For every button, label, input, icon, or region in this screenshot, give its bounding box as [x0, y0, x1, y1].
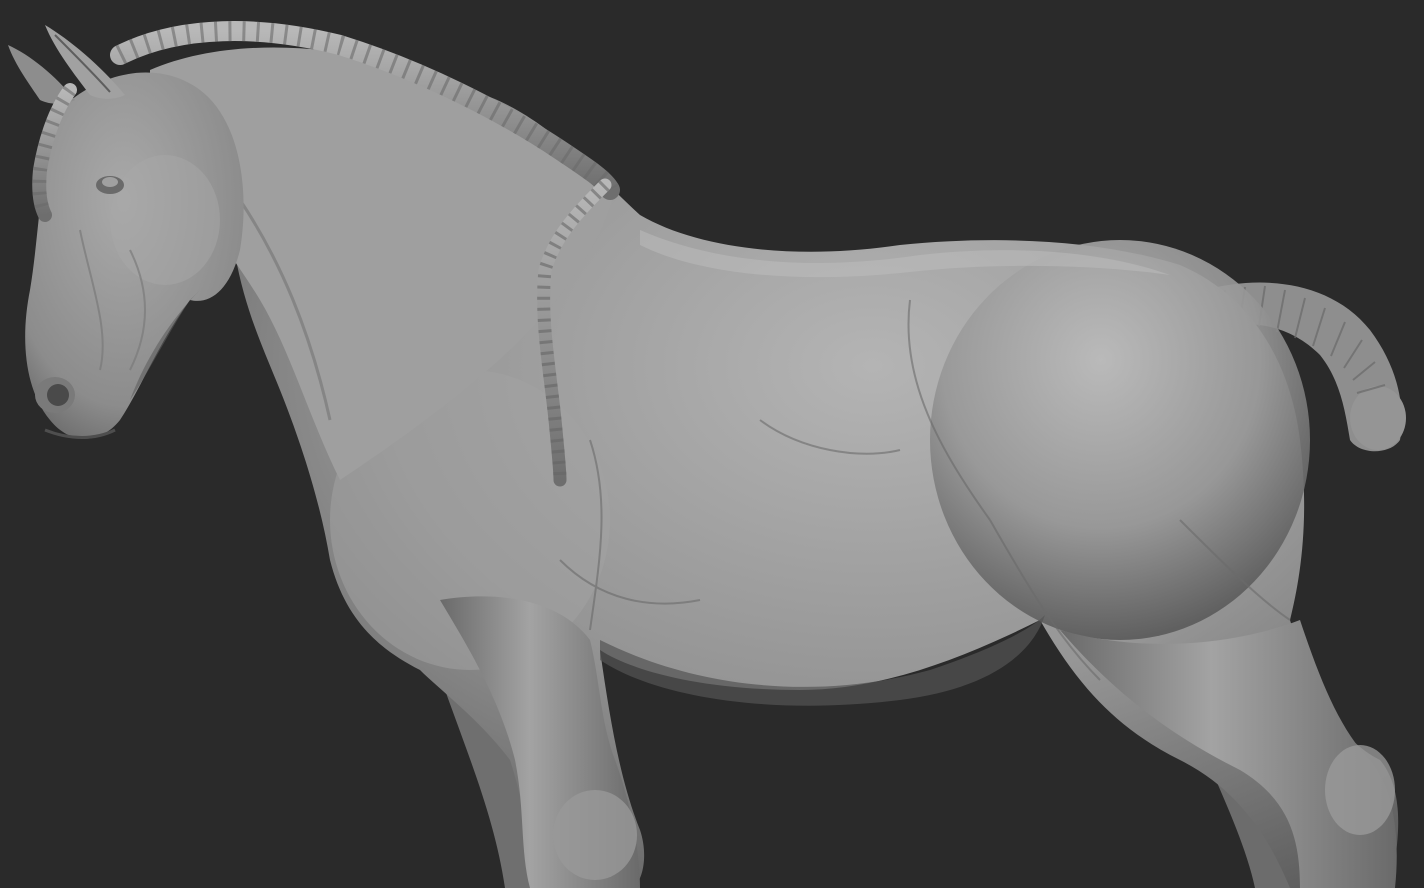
near-hindleg — [1060, 620, 1397, 888]
rump — [930, 240, 1310, 640]
sculpt-viewport[interactable] — [0, 0, 1424, 888]
horse-sculpt-render — [8, 21, 1406, 888]
